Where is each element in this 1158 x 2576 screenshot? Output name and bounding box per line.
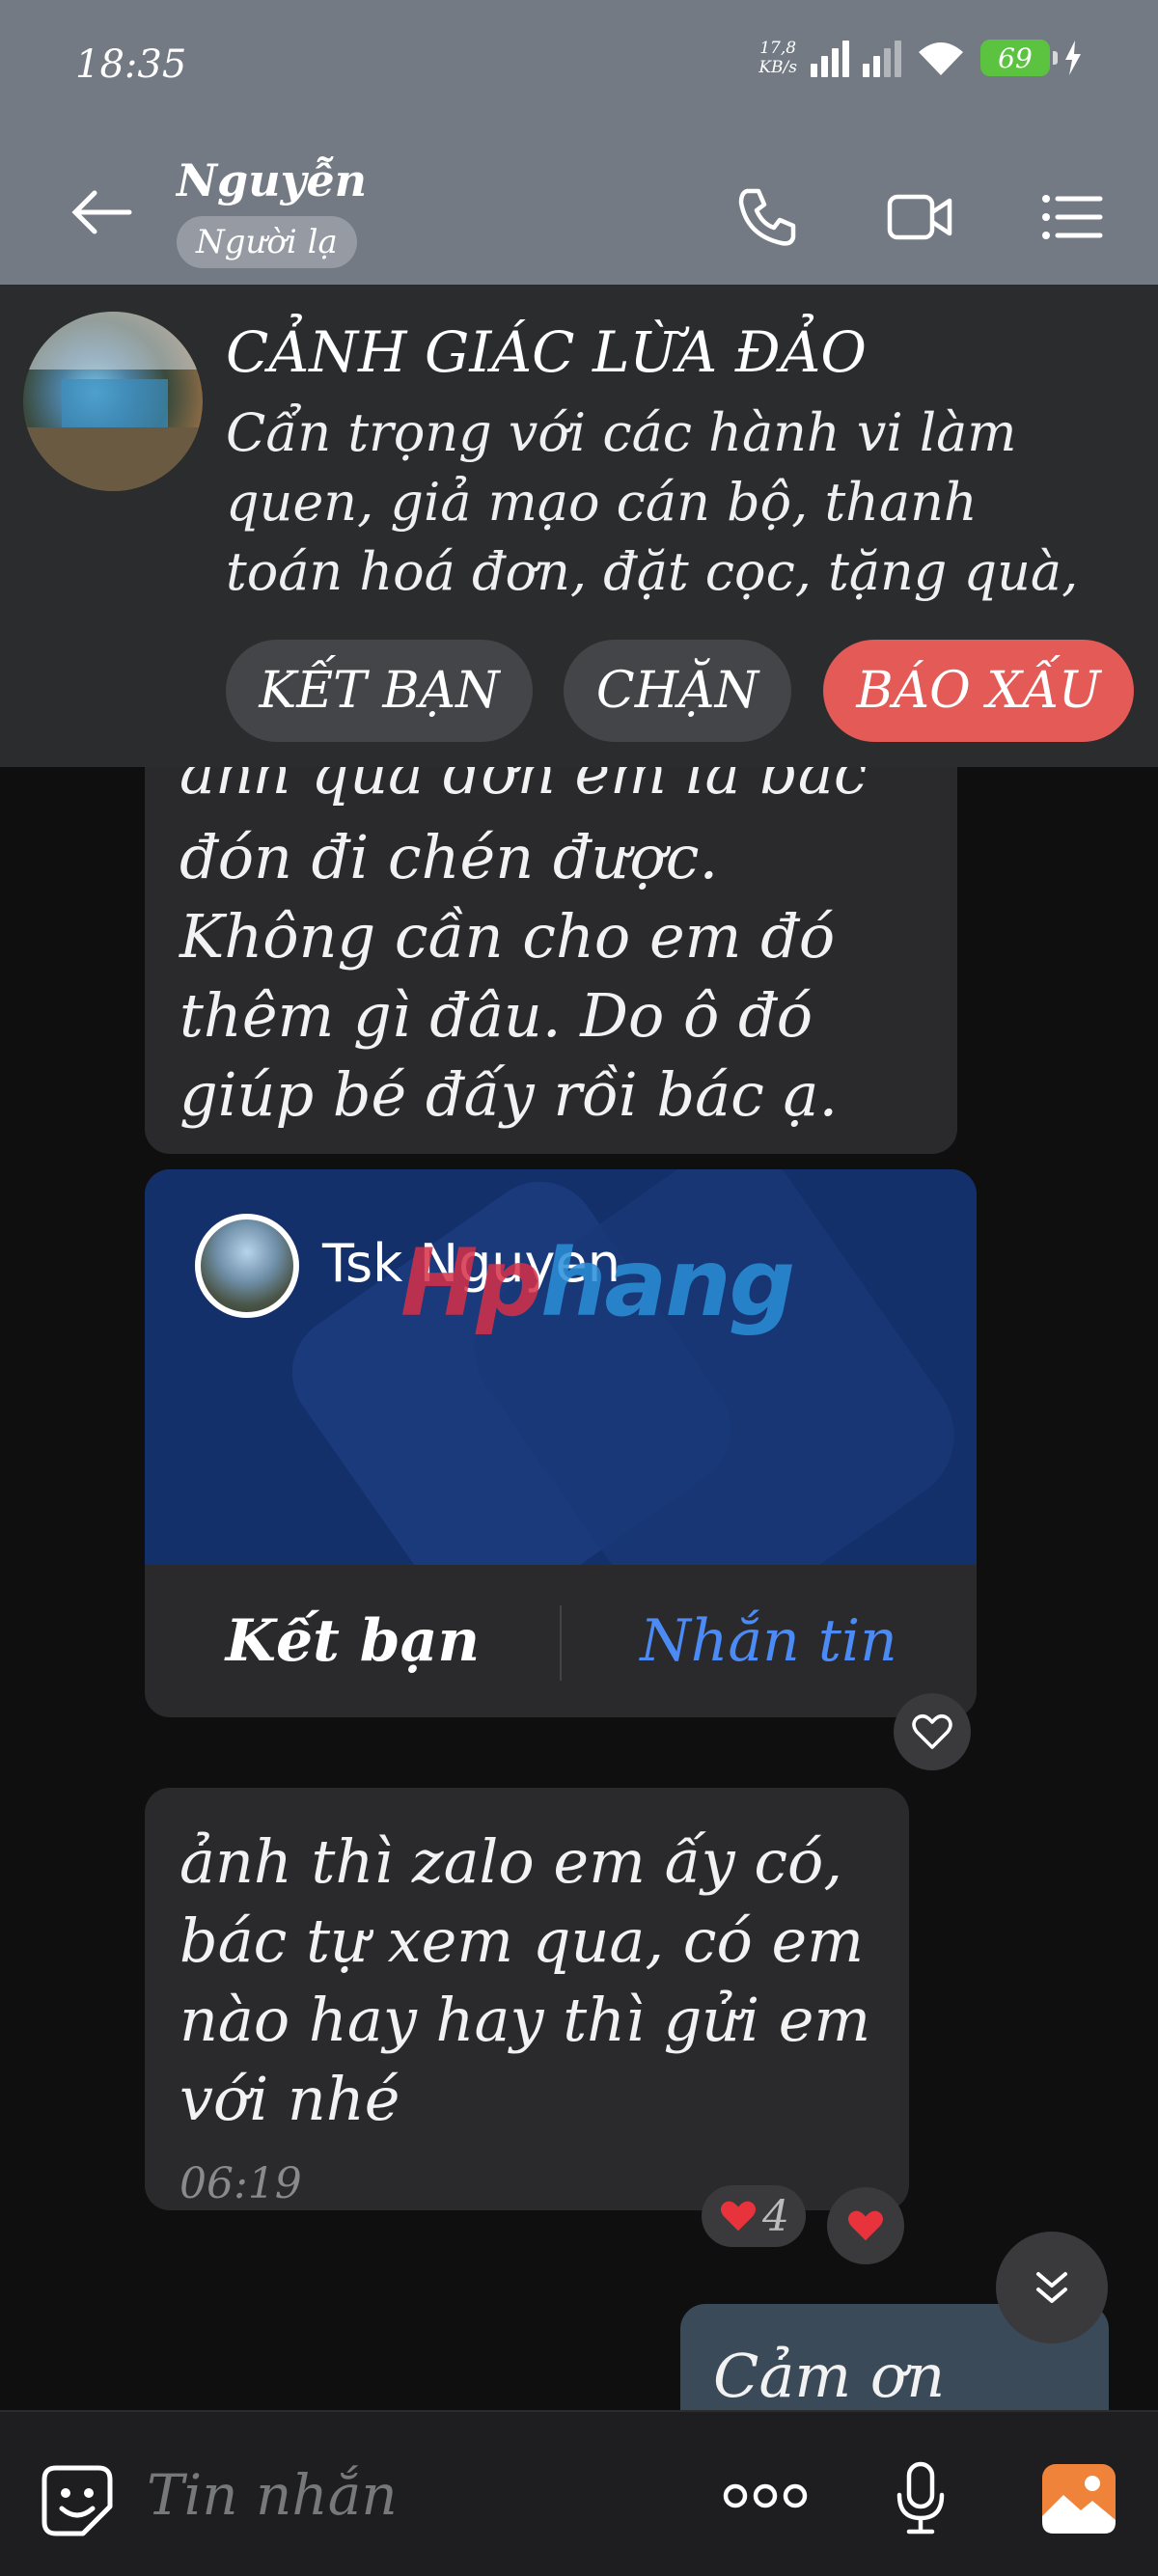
contact-card-cover: Tsk Nguyen Hphang <box>145 1169 977 1565</box>
gallery-image-icon[interactable] <box>1040 2462 1117 2535</box>
watermark-logo: Hphang <box>400 1229 795 1337</box>
contact-card[interactable]: Tsk Nguyen Hphang Kết bạn Nhắn tin <box>145 1169 977 1717</box>
double-chevron-down-icon <box>1036 2272 1067 2303</box>
wifi-icon <box>919 42 963 75</box>
contact-name[interactable]: Nguyễn <box>177 154 367 206</box>
contact-card-actions: Kết bạn Nhắn tin <box>145 1565 977 1717</box>
react-heart-button[interactable] <box>894 1693 971 1770</box>
warning-title: CẢNH GIÁC LỪA ĐẢO <box>226 319 867 385</box>
microphone-icon[interactable] <box>894 2460 948 2537</box>
signal-icon <box>811 39 849 77</box>
avatar-image <box>23 312 203 491</box>
message-input[interactable]: Tin nhắn <box>147 2462 398 2528</box>
video-call-icon[interactable] <box>886 183 953 251</box>
message-bubble-incoming[interactable]: ảnh quá đơn em là bác đón đi chén được. … <box>145 714 957 1154</box>
react-heart-button[interactable] <box>827 2187 904 2264</box>
battery-icon: 69 <box>980 40 1058 76</box>
phone-icon[interactable] <box>733 183 801 251</box>
signal-2-icon <box>863 39 901 77</box>
heart-icon <box>847 2210 884 2241</box>
status-icons: 17,8 KB/s 69 <box>758 39 1083 77</box>
card-add-friend-button[interactable]: Kết bạn <box>145 1565 561 1717</box>
top-bar: 18:35 17,8 KB/s 69 Nguyễn Người lạ <box>0 0 1158 285</box>
message-text: đón đi chén được. Không cần cho em đó th… <box>179 822 839 1130</box>
block-button[interactable]: CHẶN <box>564 640 791 742</box>
status-time: 18:35 <box>75 42 187 87</box>
network-speed: 17,8 KB/s <box>758 39 797 77</box>
reaction-summary[interactable]: 4 <box>702 2185 806 2247</box>
heart-icon <box>720 2201 757 2232</box>
scam-warning-banner: CẢNH GIÁC LỪA ĐẢO Cẩn trọng với các hành… <box>0 285 1158 767</box>
back-arrow-icon[interactable] <box>68 183 135 241</box>
warning-text: Cẩn trọng với các hành vi làm quen, giả … <box>226 402 1079 602</box>
message-composer: Tin nhắn <box>0 2410 1158 2576</box>
report-button[interactable]: BÁO XẤU <box>823 640 1134 742</box>
menu-list-icon[interactable] <box>1038 183 1106 251</box>
heart-outline-icon <box>912 1714 952 1749</box>
charging-icon <box>1065 41 1081 75</box>
scroll-to-bottom-button[interactable] <box>996 2232 1108 2343</box>
more-options-icon[interactable] <box>722 2472 809 2520</box>
add-friend-button[interactable]: KẾT BẠN <box>226 640 533 742</box>
contact-card-avatar <box>195 1214 299 1318</box>
avatar[interactable] <box>23 312 203 491</box>
card-message-button[interactable]: Nhắn tin <box>561 1565 977 1717</box>
message-text: ảnh thì zalo em ấy có, bác tự xem qua, c… <box>179 1826 871 2134</box>
message-bubble-incoming[interactable]: ảnh thì zalo em ấy có, bác tự xem qua, c… <box>145 1788 909 2210</box>
sticker-icon[interactable] <box>39 2462 116 2539</box>
stranger-badge: Người lạ <box>177 216 357 268</box>
reaction-count: 4 <box>762 2191 789 2241</box>
message-timestamp: 06:19 <box>179 2159 302 2208</box>
